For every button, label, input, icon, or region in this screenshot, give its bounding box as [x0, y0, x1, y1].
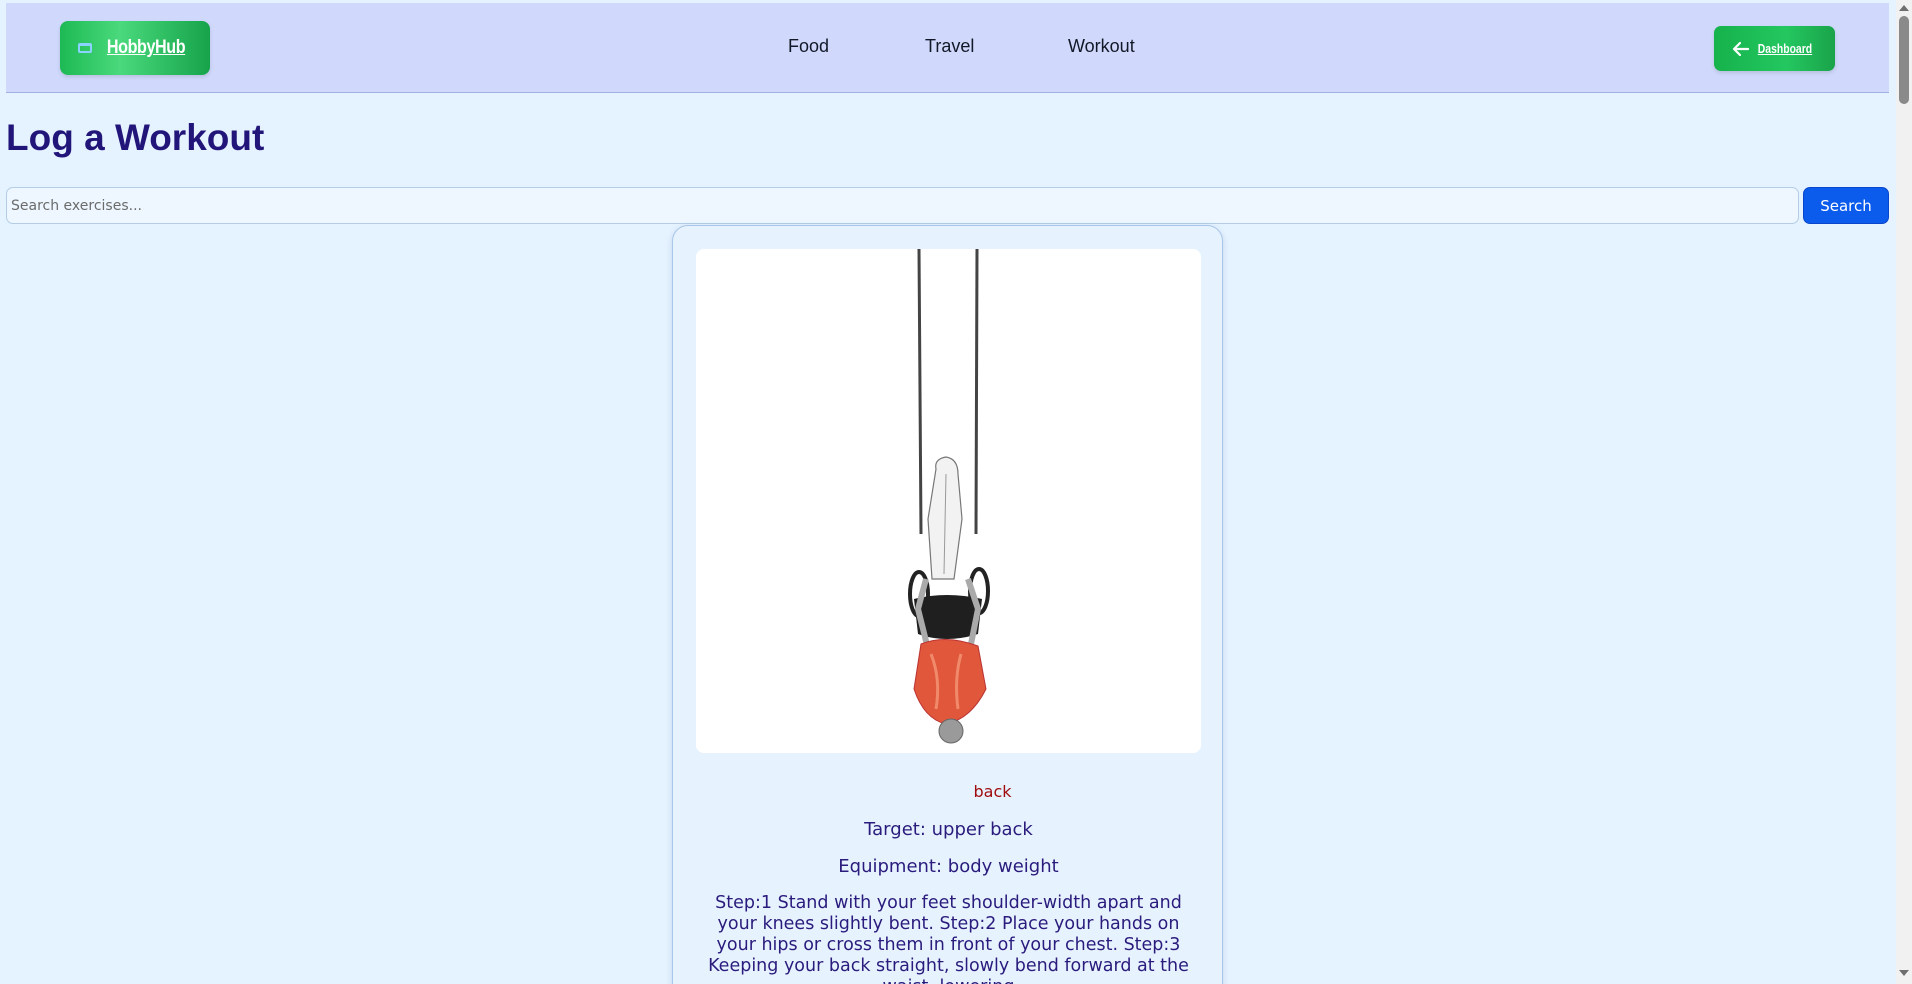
- nav-link-food[interactable]: Food: [788, 36, 829, 57]
- nav-link-travel[interactable]: Travel: [925, 36, 974, 57]
- equipment-label: Equipment: body weight: [838, 856, 1059, 877]
- brand-name: HobbyHub: [106, 37, 186, 58]
- search-input[interactable]: [6, 187, 1799, 224]
- dashboard-button[interactable]: Dashboard: [1714, 26, 1835, 71]
- page: HobbyHub Food Travel Workout Dashboard L…: [6, 3, 1889, 984]
- target-label: Target: upper back: [864, 819, 1033, 840]
- exercise-card[interactable]: back Target: upper back Equipment: body …: [672, 225, 1223, 984]
- dashboard-label: Dashboard: [1757, 41, 1812, 56]
- vertical-scrollbar[interactable]: [1896, 0, 1912, 984]
- nav-link-workout[interactable]: Workout: [1068, 36, 1135, 57]
- scrollbar-thumb[interactable]: [1899, 16, 1909, 104]
- scroll-up-arrow-icon[interactable]: [1899, 5, 1909, 11]
- browser-viewport: HobbyHub Food Travel Workout Dashboard L…: [0, 0, 1912, 984]
- top-navbar: HobbyHub Food Travel Workout Dashboard: [6, 3, 1889, 93]
- exercise-illustration: [908, 249, 990, 744]
- page-title: Log a Workout: [6, 117, 265, 158]
- arrow-left-icon: [1732, 41, 1749, 56]
- brand-icon: [77, 43, 92, 53]
- search-button[interactable]: Search: [1803, 187, 1889, 224]
- exercise-details: back Target: upper back Equipment: body …: [696, 782, 1201, 984]
- scroll-down-arrow-icon[interactable]: [1899, 970, 1909, 976]
- exercise-instructions: Step:1 Stand with your feet shoulder-wid…: [708, 893, 1189, 984]
- body-part-label: back: [973, 782, 1012, 801]
- exercise-image: [696, 249, 1201, 753]
- brand-logo-button[interactable]: HobbyHub: [60, 21, 210, 75]
